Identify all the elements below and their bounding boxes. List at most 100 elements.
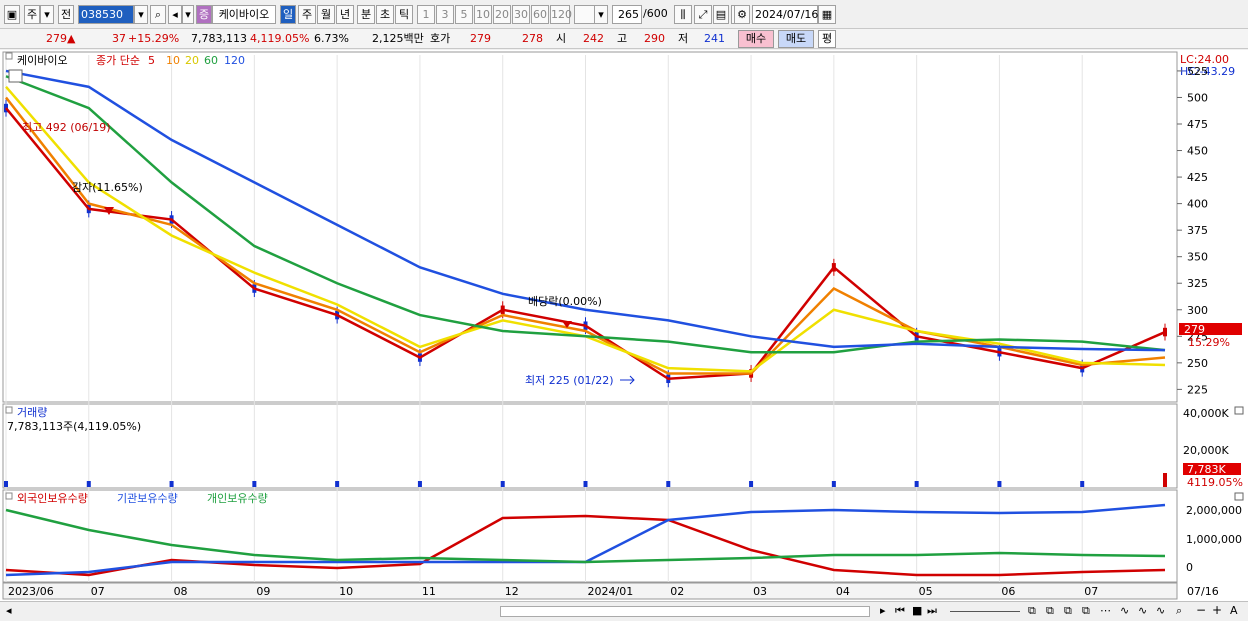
- price-axis-label: 475: [1187, 118, 1208, 131]
- volume-bar: [252, 481, 257, 487]
- save-icon[interactable]: ▤: [713, 5, 729, 24]
- period-second[interactable]: 초: [376, 5, 394, 24]
- volume-bar: [831, 481, 836, 487]
- play-icon[interactable]: ▸: [880, 604, 886, 617]
- volume-bar: [997, 481, 1002, 487]
- search-icon[interactable]: ⌕: [150, 5, 166, 24]
- next-icon[interactable]: ⏭: [927, 604, 937, 618]
- current-price: 279: [46, 32, 67, 45]
- code-dropdown-icon[interactable]: ▾: [134, 5, 148, 24]
- x-axis-label: 09: [256, 585, 270, 598]
- period-day[interactable]: 일: [280, 5, 296, 24]
- low-label: 저: [678, 32, 689, 45]
- bid-price: 278: [522, 32, 543, 45]
- holding-foreign-label: 외국인보유수량: [17, 492, 88, 505]
- mode-all[interactable]: 전: [58, 5, 74, 24]
- period-minute[interactable]: 분: [357, 5, 375, 24]
- price-tag-text: 279: [1184, 323, 1205, 336]
- interval-1[interactable]: 1: [417, 5, 435, 24]
- volume-title: 거래량: [17, 406, 47, 419]
- draw-tool-icon[interactable]: ⤢: [694, 5, 712, 24]
- window-icon-4[interactable]: ⧉: [1082, 604, 1090, 618]
- stop-icon[interactable]: ■: [912, 604, 922, 617]
- candle-icon[interactable]: ⫼: [674, 5, 692, 24]
- x-axis-label: 04: [836, 585, 850, 598]
- price-axis-label: 250: [1187, 357, 1208, 370]
- pct-tag-text: 15.29%: [1188, 336, 1230, 349]
- stock-type-badge: 증: [196, 5, 212, 24]
- mode-week[interactable]: 주: [24, 5, 40, 24]
- interval-10[interactable]: 10: [474, 5, 492, 24]
- legend-stock-name: 케이바이오: [17, 54, 68, 67]
- table-icon[interactable]: [8, 69, 23, 83]
- wave-icon-2[interactable]: ∿: [1138, 604, 1147, 617]
- gear-icon[interactable]: ⚙: [734, 5, 750, 24]
- holding-axis-0: 0: [1186, 561, 1193, 574]
- volume-bar: [749, 481, 754, 487]
- holding-close-icon[interactable]: [1234, 492, 1244, 501]
- window-icon[interactable]: ▣: [4, 5, 20, 24]
- price-chart[interactable]: 케이바이오 종가 단순 5 10 20 60 120 LC:24.00 HC:-…: [0, 50, 1248, 601]
- interval-120[interactable]: 120: [550, 5, 572, 24]
- text-size-icon[interactable]: A: [1230, 604, 1238, 617]
- chart-area[interactable]: 케이바이오 종가 단순 5 10 20 60 120 LC:24.00 HC:-…: [0, 50, 1248, 621]
- x-axis-label: 06: [1001, 585, 1015, 598]
- volume-bar: [583, 481, 588, 487]
- x-axis-label: 05: [919, 585, 933, 598]
- volume-bar: [86, 481, 91, 487]
- window-icon-2[interactable]: ⧉: [1046, 604, 1054, 618]
- volume-bar: [1163, 473, 1167, 487]
- wave-icon-1[interactable]: ∿: [1120, 604, 1129, 617]
- zoom-slider[interactable]: [950, 611, 1020, 612]
- chart-tool-icon[interactable]: ⋯: [1100, 604, 1111, 617]
- low-price: 241: [704, 32, 725, 45]
- count-input[interactable]: 265: [612, 5, 642, 24]
- up-arrow-icon: ▲: [67, 32, 76, 45]
- zoom-in-icon[interactable]: +: [1212, 603, 1222, 617]
- interval-dropdown-icon[interactable]: ▾: [594, 5, 608, 24]
- window-icon-3[interactable]: ⧉: [1064, 604, 1072, 618]
- price-axis-label: 375: [1187, 224, 1208, 237]
- open-price: 242: [583, 32, 604, 45]
- wave-icon-3[interactable]: ∿: [1156, 604, 1165, 617]
- bottom-scrollbar[interactable]: ◂ ▸ ⏮ ■ ⏭ ⧉ ⧉ ⧉ ⧉ ⋯ ∿ ∿ ∿ ⌕ − + A: [0, 601, 1248, 621]
- period-month[interactable]: 월: [317, 5, 335, 24]
- volume-bar: [666, 481, 671, 487]
- interval-30[interactable]: 30: [512, 5, 530, 24]
- calendar-icon[interactable]: ▦: [818, 5, 836, 24]
- interval-3[interactable]: 3: [436, 5, 454, 24]
- volume-close-icon[interactable]: [1234, 406, 1244, 415]
- stock-code-input[interactable]: 038530: [78, 5, 134, 24]
- x-axis-label: 2024/01: [588, 585, 634, 598]
- period-week[interactable]: 주: [298, 5, 316, 24]
- holding-axis-1m: 1,000,000: [1186, 533, 1242, 546]
- annotation-high: 최고 492 (06/19): [22, 121, 111, 134]
- eval-button[interactable]: 평: [818, 30, 836, 48]
- volume-tag-pct: 4119.05%: [1187, 476, 1243, 489]
- interval-5[interactable]: 5: [455, 5, 473, 24]
- prev-icon[interactable]: ⏮: [895, 604, 905, 618]
- interval-20[interactable]: 20: [493, 5, 511, 24]
- zoom-out-icon[interactable]: −: [1196, 603, 1206, 617]
- price-axis-label: 450: [1187, 145, 1208, 158]
- volume-bar: [169, 481, 174, 487]
- interval-60[interactable]: 60: [531, 5, 549, 24]
- period-tick[interactable]: 틱: [395, 5, 413, 24]
- chevron-down-icon[interactable]: ▾: [40, 5, 54, 24]
- scroll-left-icon[interactable]: ◂: [6, 604, 12, 617]
- x-axis-label: 02: [670, 585, 684, 598]
- copy-icon[interactable]: ⧉: [1028, 604, 1036, 618]
- high-label: 고: [617, 32, 628, 45]
- x-axis-label: 11: [422, 585, 436, 598]
- speaker-icon[interactable]: ◂: [168, 5, 182, 24]
- legend-ma-5: 5: [148, 54, 155, 67]
- annotation-dividend: 배당락(0.00%): [528, 295, 602, 308]
- sell-button[interactable]: 매도: [778, 30, 814, 48]
- speaker-dropdown-icon[interactable]: ▾: [182, 5, 194, 24]
- buy-button[interactable]: 매수: [738, 30, 774, 48]
- volume-bar: [417, 481, 422, 487]
- scroll-thumb[interactable]: [500, 606, 870, 617]
- zoom-fit-icon[interactable]: ⌕: [1176, 604, 1182, 618]
- date-input[interactable]: 2024/07/16: [752, 5, 818, 24]
- period-year[interactable]: 년: [336, 5, 354, 24]
